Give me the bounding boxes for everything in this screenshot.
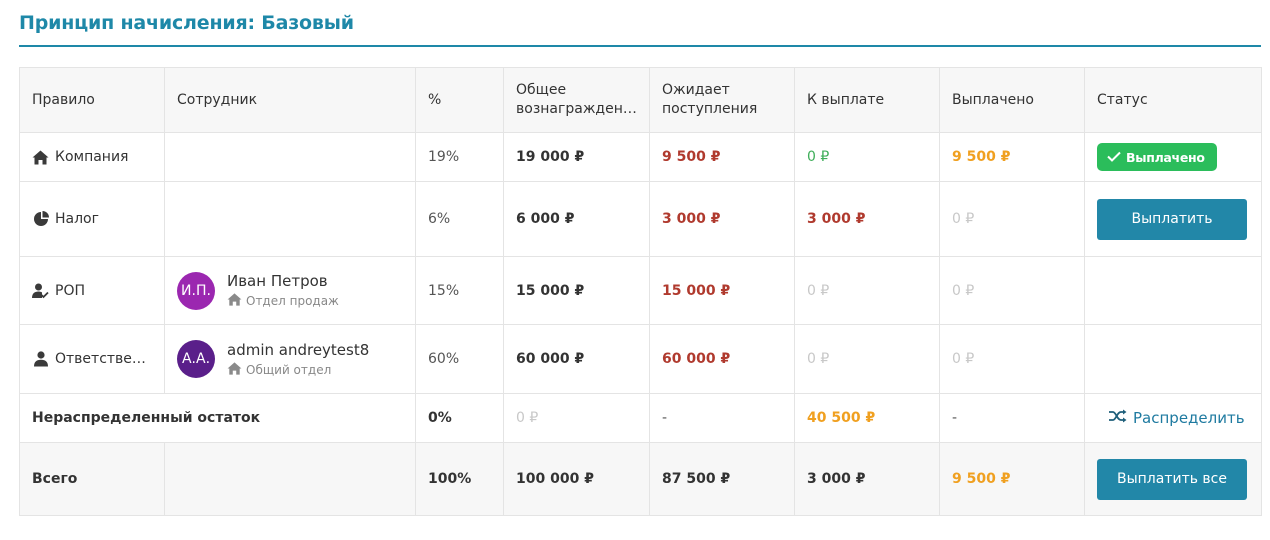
- user-check-icon: [32, 282, 49, 299]
- table-row: Ответствен… А.А. admin andreytest8 Общий…: [19, 324, 1262, 394]
- employee-department: Общий отдел: [246, 362, 332, 377]
- col-header-total-line1: Общее: [516, 82, 567, 98]
- pending-value: 60 000 ₽: [649, 324, 795, 394]
- status-cell-empty: [1084, 324, 1262, 394]
- col-header-percent: %: [415, 67, 504, 133]
- employee-cell: И.П. Иван Петров Отдел продаж: [177, 271, 403, 310]
- pending-value: -: [649, 393, 795, 443]
- rule-name: Налог: [55, 211, 99, 227]
- page-title: Принцип начисления: Базовый: [19, 12, 354, 34]
- col-header-paid: Выплачено: [939, 67, 1085, 133]
- percent-value: 0%: [415, 393, 504, 443]
- pending-value: 15 000 ₽: [649, 256, 795, 325]
- col-header-pending: Ожидает поступления: [649, 67, 795, 133]
- totals-label: Всего: [19, 442, 165, 516]
- total-value: 19 000 ₽: [503, 132, 650, 182]
- check-icon: [1107, 150, 1121, 165]
- home-icon: [227, 293, 242, 309]
- status-badge: Выплачено: [1097, 143, 1217, 171]
- avatar: А.А.: [177, 340, 215, 378]
- total-value: 60 000 ₽: [503, 324, 650, 394]
- totals-row: Всего 100% 100 000 ₽ 87 500 ₽ 3 000 ₽ 9 …: [19, 442, 1262, 516]
- to-pay-value: 40 500 ₽: [794, 393, 940, 443]
- paid-value: 0 ₽: [939, 256, 1085, 325]
- to-pay-value: 0 ₽: [794, 324, 940, 394]
- to-pay-value: 0 ₽: [794, 256, 940, 325]
- col-header-pending-line2: поступления: [662, 101, 758, 117]
- employee-department: Отдел продаж: [246, 294, 339, 308]
- percent-value: 6%: [415, 181, 504, 257]
- percent-value: 15%: [415, 256, 504, 325]
- employee-name[interactable]: Иван Петров: [227, 272, 339, 290]
- paid-value: -: [939, 393, 1085, 443]
- remainder-row: Нераспределенный остаток 0% 0 ₽ - 40 500…: [19, 393, 1262, 443]
- accrual-table: Правило Сотрудник % Общее вознагражден… …: [19, 67, 1262, 516]
- distribute-link[interactable]: Распределить: [1097, 409, 1245, 427]
- paid-value: 9 500 ₽: [939, 442, 1085, 516]
- total-value: 15 000 ₽: [503, 256, 650, 325]
- pending-value: 3 000 ₽: [649, 181, 795, 257]
- pending-value: 9 500 ₽: [649, 132, 795, 182]
- avatar: И.П.: [177, 271, 215, 310]
- col-header-total: Общее вознагражден…: [503, 67, 650, 133]
- percent-value: 60%: [415, 324, 504, 394]
- col-header-status: Статус: [1084, 67, 1262, 133]
- employee-cell: А.А. admin andreytest8 Общий отдел: [177, 340, 403, 378]
- pay-all-button[interactable]: Выплатить все: [1097, 458, 1247, 500]
- pending-value: 87 500 ₽: [649, 442, 795, 516]
- paid-value: 0 ₽: [939, 324, 1085, 394]
- remainder-label: Нераспределенный остаток: [19, 393, 416, 443]
- home-icon: [32, 149, 49, 166]
- shuffle-icon: [1109, 409, 1127, 427]
- title-divider: [19, 45, 1261, 47]
- percent-value: 100%: [415, 442, 504, 516]
- col-header-to-pay: К выплате: [794, 67, 940, 133]
- to-pay-value: 3 000 ₽: [794, 442, 940, 516]
- paid-value: 9 500 ₽: [939, 132, 1085, 182]
- pie-chart-icon: [32, 211, 49, 228]
- employee-cell-empty: [164, 442, 416, 516]
- col-header-rule: Правило: [19, 67, 165, 133]
- employee-name[interactable]: admin andreytest8: [227, 341, 369, 359]
- pay-button[interactable]: Выплатить: [1097, 198, 1247, 240]
- col-header-pending-line1: Ожидает: [662, 82, 730, 98]
- paid-value: 0 ₽: [939, 181, 1085, 257]
- table-header-row: Правило Сотрудник % Общее вознагражден… …: [19, 67, 1262, 133]
- table-row: Налог 6% 6 000 ₽ 3 000 ₽ 3 000 ₽ 0 ₽ Вып…: [19, 181, 1262, 257]
- status-cell-empty: [1084, 256, 1262, 325]
- home-icon: [227, 361, 242, 378]
- employee-cell-empty: [164, 132, 416, 182]
- col-header-employee: Сотрудник: [164, 67, 416, 133]
- total-value: 100 000 ₽: [503, 442, 650, 516]
- to-pay-value: 0 ₽: [794, 132, 940, 182]
- to-pay-value: 3 000 ₽: [794, 181, 940, 257]
- employee-cell-empty: [164, 181, 416, 257]
- rule-name: Ответствен…: [55, 351, 152, 367]
- percent-value: 19%: [415, 132, 504, 182]
- status-badge-label: Выплачено: [1126, 149, 1205, 165]
- user-icon: [32, 351, 49, 368]
- total-value: 6 000 ₽: [503, 181, 650, 257]
- table-row: Компания 19% 19 000 ₽ 9 500 ₽ 0 ₽ 9 500 …: [19, 132, 1262, 182]
- table-row: РОП И.П. Иван Петров Отдел продаж 15% 15…: [19, 256, 1262, 325]
- distribute-label: Распределить: [1133, 409, 1245, 427]
- rule-name: РОП: [55, 282, 85, 299]
- col-header-total-line2: вознагражден…: [516, 101, 637, 117]
- total-value: 0 ₽: [503, 393, 650, 443]
- rule-name: Компания: [55, 149, 129, 165]
